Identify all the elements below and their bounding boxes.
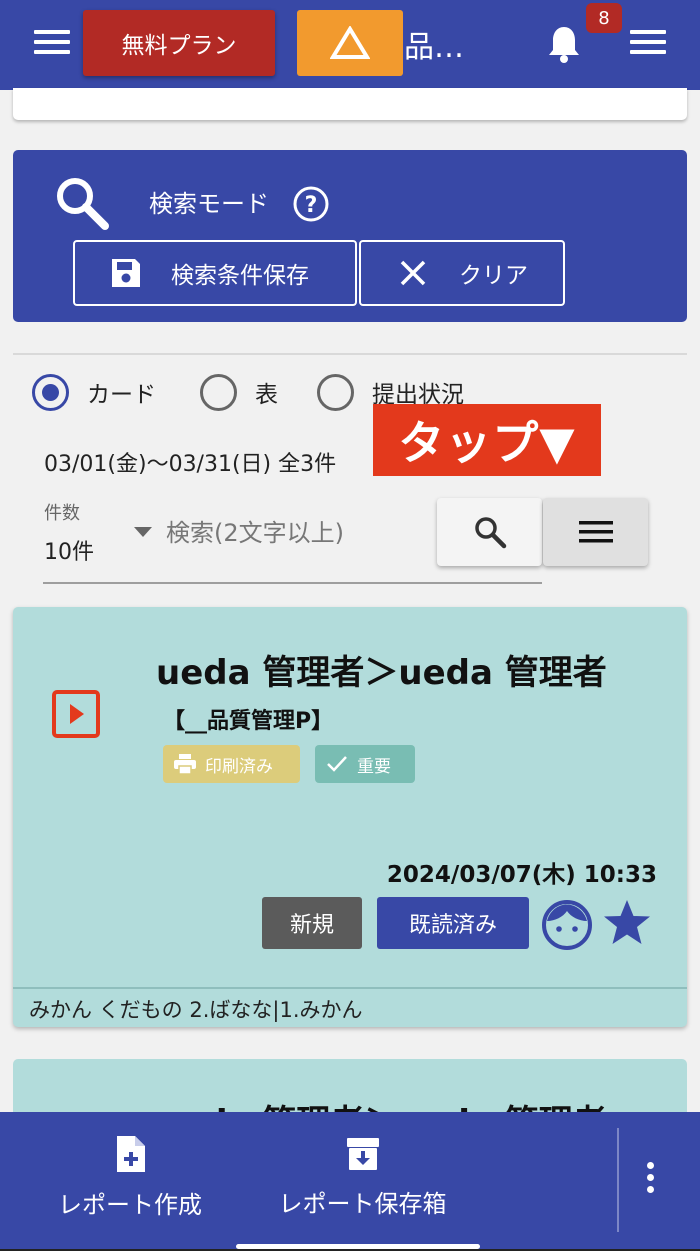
radio-card[interactable] (32, 373, 69, 411)
section-divider (13, 353, 687, 355)
radio-card-label: カード (87, 382, 156, 408)
count-select[interactable]: 10件 (44, 534, 94, 566)
clear-label: クリア (459, 263, 528, 289)
printed-chip-label: 印刷済み (205, 756, 273, 777)
card-separator (13, 987, 687, 989)
svg-text:?: ? (305, 193, 318, 218)
previous-card-edge (13, 88, 687, 120)
face-icon[interactable] (541, 899, 593, 951)
archive-icon (346, 1137, 379, 1170)
nav-create-label: レポート作成 (58, 1190, 202, 1219)
filter-underline (43, 582, 542, 584)
radio-submission[interactable] (317, 373, 354, 411)
clear-button[interactable]: クリア (359, 240, 565, 306)
search-icon (474, 517, 506, 549)
top-app-bar: 無料プラン 品… 8 (0, 0, 700, 90)
bottom-navigation: レポート作成 レポート保存箱 (0, 1112, 700, 1251)
radio-table[interactable] (200, 373, 237, 411)
report-tags: みかん くだもの 2.ばなな|1.みかん (29, 998, 363, 1022)
list-icon (578, 521, 613, 543)
save-search-label: 検索条件保存 (171, 263, 309, 289)
report-datetime: 2024/03/07(木) 10:33 (386, 862, 657, 888)
free-plan-button[interactable]: 無料プラン (83, 10, 275, 76)
nav-archive-label: レポート保存箱 (278, 1189, 447, 1218)
warning-triangle-icon (330, 26, 370, 59)
menu-icon[interactable] (34, 28, 70, 56)
bell-icon[interactable] (546, 24, 582, 64)
nav-separator (617, 1128, 619, 1232)
nav-create-report[interactable]: レポート作成 (40, 1112, 220, 1242)
view-option-card[interactable]: カード (32, 372, 156, 412)
view-option-table[interactable]: 表 (200, 372, 278, 412)
status-new-badge: 新規 (262, 897, 362, 949)
search-mode-icon[interactable] (51, 172, 113, 234)
tap-annotation: タップ▼ (373, 404, 601, 476)
search-panel: 検索モード ? 検索条件保存 クリア (13, 150, 687, 322)
save-search-button[interactable]: 検索条件保存 (73, 240, 357, 306)
report-card[interactable]: ueda 管理者＞ueda 管理者 【__品質管理P】 印刷済み 重要 2024… (13, 607, 687, 1027)
search-input[interactable] (166, 508, 426, 558)
report-group: 【__品質管理P】 (163, 709, 334, 734)
report-title: ueda 管理者＞ueda 管理者 (156, 653, 607, 693)
date-range: 03/01(金)〜03/31(日) 全3件 (44, 452, 337, 477)
printer-icon (174, 754, 196, 775)
important-chip-label: 重要 (357, 756, 391, 777)
dropdown-arrow-icon[interactable] (134, 527, 152, 537)
add-document-icon (117, 1135, 145, 1172)
page-title: 品… (404, 30, 464, 65)
search-mode-label: 検索モード (149, 190, 269, 218)
warning-button[interactable] (297, 10, 403, 76)
list-view-button[interactable] (543, 498, 648, 566)
status-read-badge: 既読済み (377, 897, 529, 949)
more-options-icon[interactable] (625, 1152, 675, 1202)
printed-chip: 印刷済み (163, 745, 300, 783)
close-icon (400, 260, 426, 286)
important-chip: 重要 (315, 745, 415, 783)
notification-badge: 8 (586, 3, 622, 33)
radio-table-label: 表 (255, 382, 278, 408)
search-button[interactable] (437, 498, 542, 566)
help-icon[interactable]: ? (293, 186, 329, 222)
play-icon[interactable] (51, 689, 101, 739)
more-menu-icon[interactable] (630, 28, 666, 56)
check-icon (327, 756, 347, 772)
star-icon[interactable] (601, 897, 653, 949)
nav-report-archive[interactable]: レポート保存箱 (265, 1112, 460, 1242)
count-label: 件数 (44, 503, 80, 524)
floppy-disk-icon (112, 259, 140, 287)
